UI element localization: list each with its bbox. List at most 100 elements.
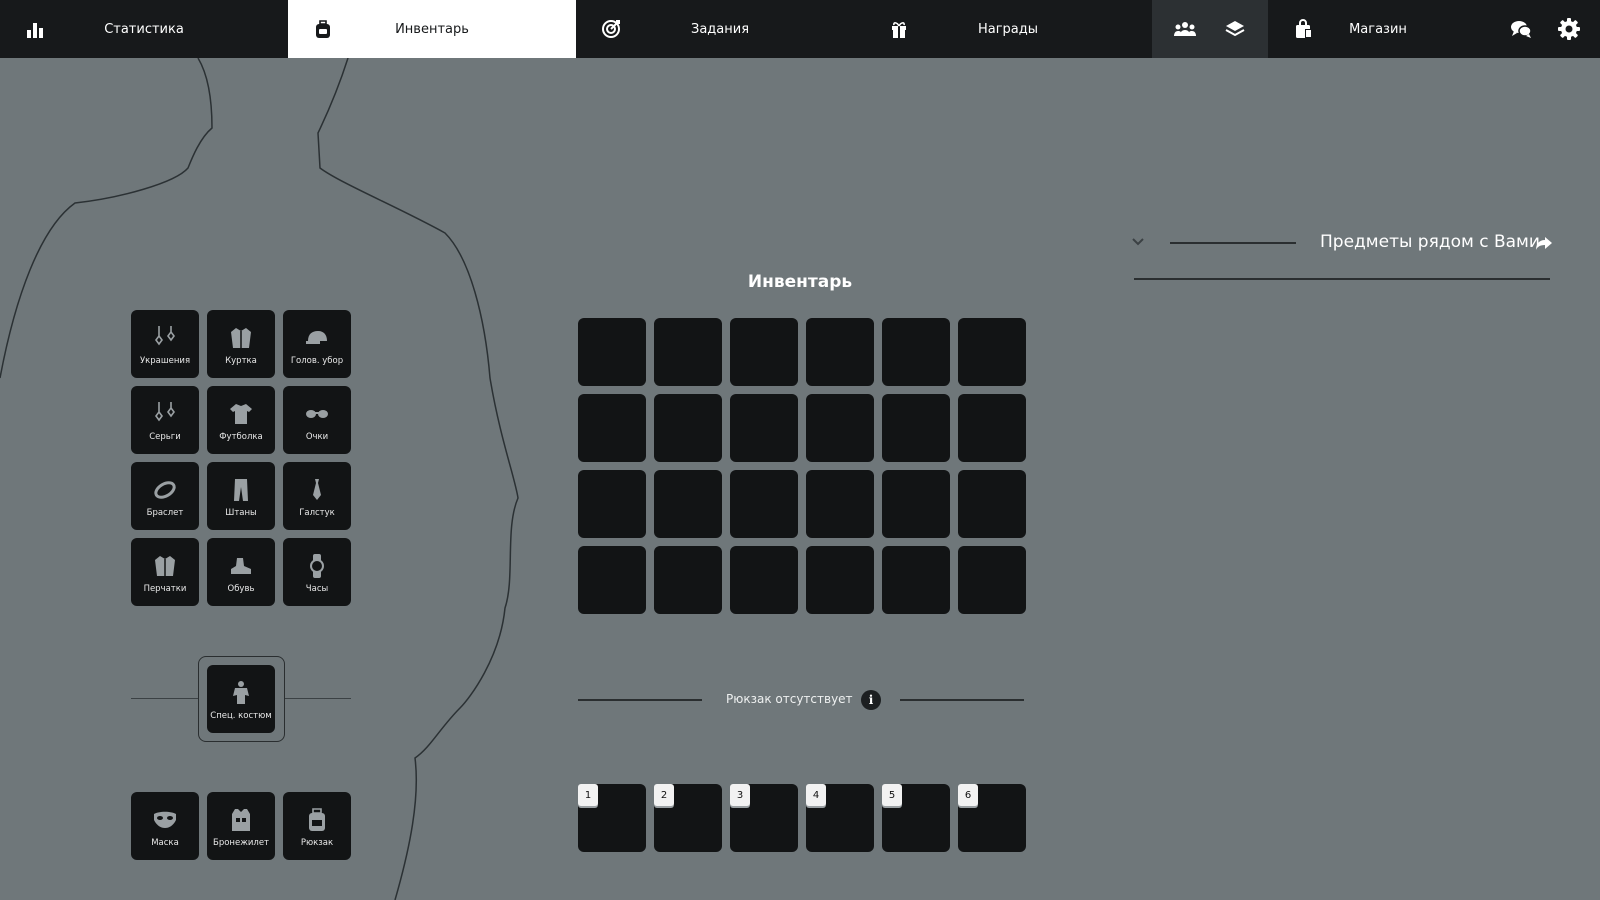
- inventory-cell[interactable]: [806, 318, 874, 386]
- inventory-cell[interactable]: [654, 470, 722, 538]
- inventory-cell[interactable]: [958, 470, 1026, 538]
- inventory-cell[interactable]: [882, 394, 950, 462]
- gear-icon[interactable]: [1556, 16, 1582, 42]
- slot-label: Часы: [305, 584, 329, 594]
- slot-label: Украшения: [139, 356, 191, 366]
- slot-label: Штаны: [225, 508, 257, 518]
- backpack-icon: [309, 808, 325, 831]
- quick-slot[interactable]: 5: [882, 784, 950, 852]
- tab-inventory[interactable]: Инвентарь: [288, 0, 576, 58]
- inventory-cell[interactable]: [806, 394, 874, 462]
- slot-watch[interactable]: Часы: [283, 538, 351, 606]
- quick-slot[interactable]: 1: [578, 784, 646, 852]
- layers-icon[interactable]: [1222, 18, 1248, 40]
- jewelry-icon: [155, 326, 175, 346]
- inventory-cell[interactable]: [654, 394, 722, 462]
- inventory-cell[interactable]: [958, 546, 1026, 614]
- inventory-cell[interactable]: [578, 470, 646, 538]
- inventory-cell[interactable]: [654, 546, 722, 614]
- tie-icon: [313, 479, 321, 500]
- tab-inventory-label: Инвентарь: [395, 21, 469, 37]
- tab-shop-label: Магазин: [1349, 21, 1407, 37]
- slot-label: Обувь: [227, 584, 255, 594]
- chat-icon[interactable]: [1508, 16, 1534, 42]
- slot-jacket[interactable]: Куртка: [207, 310, 275, 378]
- nearby-items-title: Предметы рядом с Вами: [1320, 232, 1540, 252]
- inventory-cell[interactable]: [958, 394, 1026, 462]
- inventory-cell[interactable]: [882, 470, 950, 538]
- quick-slot[interactable]: 6: [958, 784, 1026, 852]
- gloves-icon: [155, 556, 175, 576]
- quick-slot[interactable]: 4: [806, 784, 874, 852]
- slot-label: Маска: [151, 838, 179, 848]
- pants-icon: [234, 479, 248, 501]
- nav-right-icons: [1488, 0, 1600, 58]
- inventory-title: Инвентарь: [747, 272, 853, 292]
- divider: [1134, 278, 1550, 280]
- inventory-cell[interactable]: [654, 318, 722, 386]
- slot-label: Спец. костюм: [210, 711, 272, 721]
- quick-slot[interactable]: 3: [730, 784, 798, 852]
- inventory-cell[interactable]: [578, 546, 646, 614]
- inventory-grid: [578, 318, 1026, 614]
- cap-icon: [306, 331, 327, 344]
- info-icon[interactable]: i: [861, 690, 881, 710]
- inventory-cell[interactable]: [882, 546, 950, 614]
- inventory-cell[interactable]: [578, 318, 646, 386]
- slot-label: Куртка: [225, 356, 257, 366]
- slot-label: Голов. убор: [290, 356, 344, 366]
- quick-slot-number: 5: [882, 784, 902, 806]
- tab-statistics[interactable]: Статистика: [0, 0, 288, 58]
- tab-quests[interactable]: Задания: [576, 0, 864, 58]
- quick-slot-number: 1: [578, 784, 598, 806]
- slot-pants[interactable]: Штаны: [207, 462, 275, 530]
- inventory-cell[interactable]: [730, 394, 798, 462]
- slot-jewelry[interactable]: Украшения: [131, 310, 199, 378]
- slot-mask[interactable]: Маска: [131, 792, 199, 860]
- slot-label: Браслет: [146, 508, 184, 518]
- bracelet-icon: [154, 481, 176, 499]
- share-arrow-icon[interactable]: [1534, 233, 1554, 253]
- quick-slots-row: 1 2 3 4 5 6: [578, 784, 1026, 852]
- group-icon[interactable]: [1172, 18, 1198, 40]
- slot-label: Футболка: [219, 432, 263, 442]
- tab-rewards-label: Награды: [977, 21, 1039, 37]
- chevron-down-icon[interactable]: [1130, 234, 1146, 250]
- slot-shoes[interactable]: Обувь: [207, 538, 275, 606]
- quick-slot-number: 3: [730, 784, 750, 806]
- tab-rewards[interactable]: Награды: [864, 0, 1152, 58]
- slot-special-suit[interactable]: Спец. костюм: [207, 665, 275, 733]
- equipment-grid: Украшения Куртка Голов. убор Серьги Футб…: [131, 310, 353, 606]
- inventory-cell[interactable]: [958, 318, 1026, 386]
- tab-shop[interactable]: Магазин: [1268, 0, 1488, 58]
- slot-bracelet[interactable]: Браслет: [131, 462, 199, 530]
- inventory-cell[interactable]: [882, 318, 950, 386]
- quick-slot[interactable]: 2: [654, 784, 722, 852]
- glasses-icon: [306, 410, 328, 418]
- inventory-cell[interactable]: [730, 546, 798, 614]
- jacket-icon: [231, 328, 251, 348]
- slot-backpack[interactable]: Рюкзак: [283, 792, 351, 860]
- bottom-equipment-grid: Маска Бронежилет Рюкзак: [131, 792, 353, 860]
- slot-tie[interactable]: Галстук: [283, 462, 351, 530]
- inventory-cell[interactable]: [730, 470, 798, 538]
- slot-headwear[interactable]: Голов. убор: [283, 310, 351, 378]
- slot-label: Рюкзак: [300, 838, 334, 848]
- quick-slot-number: 4: [806, 784, 826, 806]
- slot-label: Галстук: [299, 508, 335, 518]
- slot-glasses[interactable]: Очки: [283, 386, 351, 454]
- divider: [578, 699, 702, 701]
- inventory-cell[interactable]: [806, 470, 874, 538]
- slot-body-armor[interactable]: Бронежилет: [207, 792, 275, 860]
- slot-gloves[interactable]: Перчатки: [131, 538, 199, 606]
- inventory-cell[interactable]: [578, 394, 646, 462]
- slot-tshirt[interactable]: Футболка: [207, 386, 275, 454]
- slot-label: Серьги: [149, 432, 181, 442]
- mask-icon: [154, 811, 176, 828]
- suit-icon: [233, 681, 249, 704]
- backpack-status-text: Рюкзак отсутствует: [726, 692, 853, 706]
- inventory-cell[interactable]: [730, 318, 798, 386]
- slot-label: Бронежилет: [212, 838, 269, 848]
- inventory-cell[interactable]: [806, 546, 874, 614]
- slot-earrings[interactable]: Серьги: [131, 386, 199, 454]
